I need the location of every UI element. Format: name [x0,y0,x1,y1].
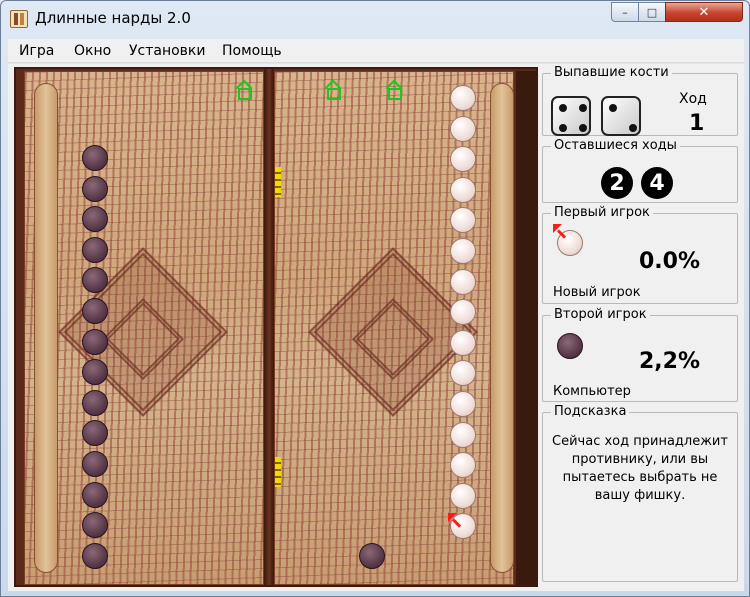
dark-checker[interactable] [82,236,108,263]
board-lane-right [490,83,514,573]
menu-window[interactable]: Окно [74,43,111,59]
board-left-half[interactable] [24,71,264,585]
light-checker[interactable] [450,482,476,509]
dark-checker[interactable] [82,328,108,355]
active-player-arrow-icon [553,224,569,240]
hint-text: Сейчас ход принадлежит противнику, или в… [552,434,728,503]
dark-checker[interactable] [82,175,108,202]
house-icon [386,83,402,100]
light-checker[interactable] [450,268,476,295]
bear-off-tray[interactable] [516,71,536,585]
menu-settings[interactable]: Установки [129,43,206,59]
light-checker[interactable] [450,146,476,173]
client-area: Выпавшие кости Ход 1 Оставшиеся ходы 2 4… [8,64,744,591]
dark-checker[interactable] [82,206,108,233]
title-bar[interactable]: Длинные нарды 2.0 – □ ✕ [1,1,749,37]
dark-checker[interactable] [82,389,108,416]
menu-game[interactable]: Игра [19,43,54,59]
dark-checker[interactable] [82,359,108,386]
light-checker[interactable] [450,452,476,479]
die-pip [579,124,587,132]
player2-checker [557,333,583,359]
light-checker[interactable] [450,391,476,417]
die-pip [609,104,617,112]
backgammon-board[interactable] [14,67,538,587]
app-window: Длинные нарды 2.0 – □ ✕ Игра Окно Устано… [0,0,750,597]
light-checker[interactable] [450,299,476,326]
house-icon [325,83,341,100]
turn-value: 1 [689,111,705,136]
remaining-move-badge: 2 [601,167,633,199]
dark-checker[interactable] [82,451,108,477]
house-icon [236,83,252,100]
menu-bar: Игра Окно Установки Помощь [8,39,744,63]
dark-checker[interactable] [82,145,108,171]
light-checker[interactable] [450,329,476,356]
player1-name: Новый игрок [553,285,641,300]
dark-checker[interactable] [359,543,385,569]
player2-percent: 2,2% [639,349,701,374]
point-marker [275,457,281,487]
selection-arrow-icon [448,513,464,529]
window-title: Длинные нарды 2.0 [35,9,191,27]
dark-checker[interactable] [82,298,108,324]
minimize-button[interactable]: – [611,2,639,22]
player1-title: Первый игрок [551,205,653,220]
die-pip [559,104,567,112]
hint-title: Подсказка [551,404,630,419]
player2-name: Компьютер [553,384,631,399]
close-button[interactable]: ✕ [665,2,743,22]
menu-help[interactable]: Помощь [222,43,282,59]
dark-checker[interactable] [82,481,108,508]
board-lane-left [34,83,58,573]
light-checker[interactable] [450,115,476,142]
dice-panel-title: Выпавшие кости [551,65,672,80]
player1-panel: Первый игрок 0.0% Новый игрок [542,205,738,304]
point-marker [275,167,281,197]
dice-panel: Выпавшие кости Ход 1 [542,65,738,136]
light-checker[interactable] [450,421,476,448]
player2-title: Второй игрок [551,307,650,322]
player2-panel: Второй игрок 2,2% Компьютер [542,307,738,402]
light-checker[interactable] [450,238,476,264]
remaining-moves-title: Оставшиеся ходы [551,138,680,153]
light-checker[interactable] [450,176,476,203]
maximize-button[interactable]: □ [638,2,666,22]
backgammon-app-icon [10,10,28,28]
die-1 [551,96,591,136]
hint-panel: Подсказка Сейчас ход принадлежит противн… [542,404,738,582]
light-checker[interactable] [450,85,476,111]
board-right-half[interactable] [274,71,514,585]
remaining-move-badge: 4 [641,167,673,199]
dark-checker[interactable] [82,542,108,569]
dark-checker[interactable] [82,512,108,539]
die-2 [601,96,641,136]
turn-label: Ход [679,91,707,107]
die-pip [629,124,637,132]
board-bar [264,69,274,585]
remaining-moves-panel: Оставшиеся ходы 2 4 [542,138,738,203]
die-pip [559,124,567,132]
die-pip [579,104,587,112]
player1-percent: 0.0% [639,249,701,274]
